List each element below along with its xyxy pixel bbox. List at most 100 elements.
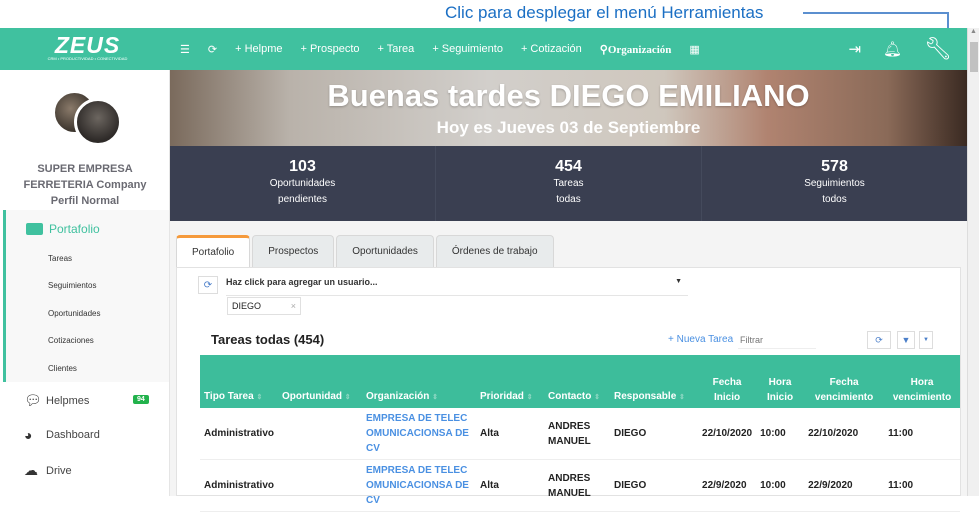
tasks-table: Tipo Tarea ⇕ Oportunidad ⇕ Organización … bbox=[200, 355, 960, 512]
refresh-users-button[interactable]: ⟳ bbox=[198, 276, 218, 294]
sidebar-item-helpmes[interactable]: 💬︎ Helpmes bbox=[24, 392, 89, 409]
nav-helpme[interactable]: + Helpme bbox=[235, 43, 282, 55]
sidebar-sub-tareas[interactable]: Tareas bbox=[48, 254, 72, 263]
greeting-title: Buenas tardes DIEGO EMILIANO bbox=[327, 78, 810, 113]
annotation-text: Clic para desplegar el menú Herramientas bbox=[445, 3, 764, 22]
cell-hora-inicio: 10:00 bbox=[756, 459, 805, 512]
col-fecha-vencimiento[interactable]: Fecha vencimiento bbox=[804, 355, 885, 408]
table-row[interactable]: Administrativo EMPRESA DE TELECOMUNICACIO… bbox=[200, 459, 960, 512]
col-organizacion[interactable]: Organización ⇕ bbox=[362, 355, 477, 408]
col-hora-inicio[interactable]: Hora Inicio bbox=[756, 355, 805, 408]
sidebar-item-label: Drive bbox=[46, 464, 72, 477]
stat-value: 454 bbox=[555, 158, 582, 175]
refresh-table-button[interactable]: ⟳ bbox=[867, 331, 891, 349]
col-contacto[interactable]: Contacto ⇕ bbox=[544, 355, 611, 408]
comments-icon: 💬︎ bbox=[24, 392, 42, 408]
user-select[interactable]: Haz click para agregar un usuario... ▼ bbox=[226, 274, 688, 296]
cell-tipo: Administrativo bbox=[200, 408, 279, 460]
tab-ordenes-de-trabajo[interactable]: Órdenes de trabajo bbox=[435, 235, 554, 267]
avatar[interactable] bbox=[52, 90, 122, 146]
nav-organizacion[interactable]: ⚲Organización bbox=[600, 43, 672, 56]
logo-tagline: CRM • PRODUCTIVIDAD • CONECTIVIDAD bbox=[47, 56, 128, 61]
sidebar-item-drive[interactable]: ☁ Drive bbox=[24, 462, 72, 479]
pie-chart-icon: ◕ bbox=[24, 427, 33, 443]
refresh-icon[interactable]: ⟳ bbox=[208, 43, 217, 56]
user-select-placeholder: Haz click para agregar un usuario... bbox=[226, 277, 378, 287]
filter-button[interactable]: ▼ bbox=[897, 331, 915, 349]
options-dropdown-button[interactable]: ▼ bbox=[919, 331, 933, 349]
cell-oportunidad bbox=[278, 408, 363, 460]
menu-icon[interactable]: ☰ bbox=[180, 43, 190, 56]
search-icon: ⚲ bbox=[599, 43, 608, 56]
cell-fecha-inicio: 22/10/2020 bbox=[698, 408, 757, 460]
stat-oportunidades[interactable]: 103 Oportunidades pendientes bbox=[170, 146, 436, 221]
logo[interactable]: ZEUS CRM • PRODUCTIVIDAD • CONECTIVIDAD bbox=[40, 34, 135, 64]
tab-panel: ⟳ Haz click para agregar un usuario... ▼ … bbox=[176, 267, 961, 512]
scrollbar[interactable]: ▲ bbox=[967, 28, 979, 496]
tab-prospectos[interactable]: Prospectos bbox=[252, 235, 335, 267]
welcome-banner: Buenas tardes DIEGO EMILIANO Hoy es Juev… bbox=[170, 70, 967, 146]
cell-oportunidad bbox=[278, 459, 363, 512]
nav-organizacion-label: Organización bbox=[607, 43, 672, 56]
bell-icon[interactable]: 🔔︎ bbox=[883, 40, 902, 58]
briefcase-icon bbox=[26, 223, 43, 235]
user-chip: DIEGO × bbox=[227, 297, 301, 315]
cloud-upload-icon: ☁ bbox=[24, 462, 38, 478]
company-name: SUPER EMPRESA FERRETERIA Company bbox=[23, 163, 147, 191]
stat-value: 103 bbox=[289, 158, 316, 175]
wrench-icon[interactable]: 🔧︎ bbox=[924, 36, 952, 62]
cell-organizacion-link[interactable]: EMPRESA DE TELECOMUNICACIONSA DE CV bbox=[362, 459, 477, 512]
main-content: Portafolio Prospectos Oportunidades Órde… bbox=[170, 221, 967, 512]
tab-portafolio[interactable]: Portafolio bbox=[176, 235, 251, 267]
cell-contacto: ANDRES MANUEL bbox=[544, 459, 611, 512]
logo-text: ZEUS bbox=[54, 32, 121, 58]
logout-icon[interactable]: ⇥ bbox=[848, 40, 861, 58]
sidebar-sub-clientes[interactable]: Clientes bbox=[48, 364, 77, 373]
col-hora-vencimiento[interactable]: Hora vencimiento bbox=[884, 355, 960, 408]
table-row[interactable]: Administrativo EMPRESA DE TELECOMUNICACIO… bbox=[200, 408, 960, 460]
sidebar-item-dashboard[interactable]: ◕ Dashboard bbox=[24, 427, 100, 443]
date-subtitle: Hoy es Jueves 03 de Septiembre bbox=[436, 118, 701, 137]
remove-chip-icon[interactable]: × bbox=[291, 301, 296, 311]
col-responsable[interactable]: Responsable ⇕ bbox=[610, 355, 699, 408]
cell-hora-vencimiento: 11:00 bbox=[884, 408, 960, 460]
cell-hora-inicio: 10:00 bbox=[756, 408, 805, 460]
scrollbar-thumb[interactable] bbox=[970, 42, 978, 72]
nav-tarea[interactable]: + Tarea bbox=[378, 43, 415, 55]
col-prioridad[interactable]: Prioridad ⇕ bbox=[476, 355, 545, 408]
sidebar-item-label: Helpmes bbox=[46, 394, 90, 407]
nav-seguimiento[interactable]: + Seguimiento bbox=[432, 43, 503, 55]
stat-tareas[interactable]: 454 Tareas todas bbox=[436, 146, 702, 221]
stat-seguimientos[interactable]: 578 Seguimientos todos bbox=[702, 146, 967, 221]
col-oportunidad[interactable]: Oportunidad ⇕ bbox=[278, 355, 363, 408]
sidebar-sub-cotizaciones[interactable]: Cotizaciones bbox=[48, 336, 94, 345]
cell-organizacion-link[interactable]: EMPRESA DE TELECOMUNICACIONSA DE CV bbox=[362, 408, 477, 460]
stat-label: todas bbox=[556, 194, 581, 205]
company-info: SUPER EMPRESA FERRETERIA Company Perfil … bbox=[0, 161, 170, 209]
nav-prospecto[interactable]: + Prospecto bbox=[300, 43, 359, 55]
table-title: Tareas todas (454) bbox=[211, 332, 325, 347]
cell-responsable: DIEGO bbox=[610, 459, 699, 512]
new-task-link[interactable]: + Nueva Tarea bbox=[668, 334, 733, 345]
col-tipo-tarea[interactable]: Tipo Tarea ⇕ bbox=[200, 355, 279, 408]
cell-fecha-vencimiento: 22/9/2020 bbox=[804, 459, 885, 512]
nav-cotizacion[interactable]: + Cotización bbox=[521, 43, 582, 55]
annotation-line bbox=[803, 12, 949, 14]
filter-input[interactable] bbox=[738, 331, 816, 349]
tab-oportunidades[interactable]: Oportunidades bbox=[336, 235, 434, 267]
stat-label: Seguimientos bbox=[804, 178, 865, 189]
sidebar-sub-oportunidades[interactable]: Oportunidades bbox=[48, 309, 100, 318]
table-header-row: Tipo Tarea ⇕ Oportunidad ⇕ Organización … bbox=[200, 355, 960, 408]
calendar-icon[interactable]: ▦ bbox=[689, 43, 699, 56]
sidebar-item-portafolio[interactable]: Portafolio bbox=[26, 222, 100, 236]
stats-bar: 103 Oportunidades pendientes 454 Tareas toda… bbox=[170, 146, 967, 221]
stat-label: pendientes bbox=[278, 194, 327, 205]
cell-tipo: Administrativo bbox=[200, 459, 279, 512]
stat-value: 578 bbox=[821, 158, 848, 175]
caret-down-icon: ▼ bbox=[675, 278, 682, 285]
sidebar-sub-seguimientos[interactable]: Seguimientos bbox=[48, 281, 96, 290]
cell-fecha-inicio: 22/9/2020 bbox=[698, 459, 757, 512]
scroll-up-arrow[interactable]: ▲ bbox=[970, 28, 977, 35]
tabs: Portafolio Prospectos Oportunidades Órde… bbox=[176, 235, 554, 267]
col-fecha-inicio[interactable]: Fecha Inicio bbox=[698, 355, 757, 408]
